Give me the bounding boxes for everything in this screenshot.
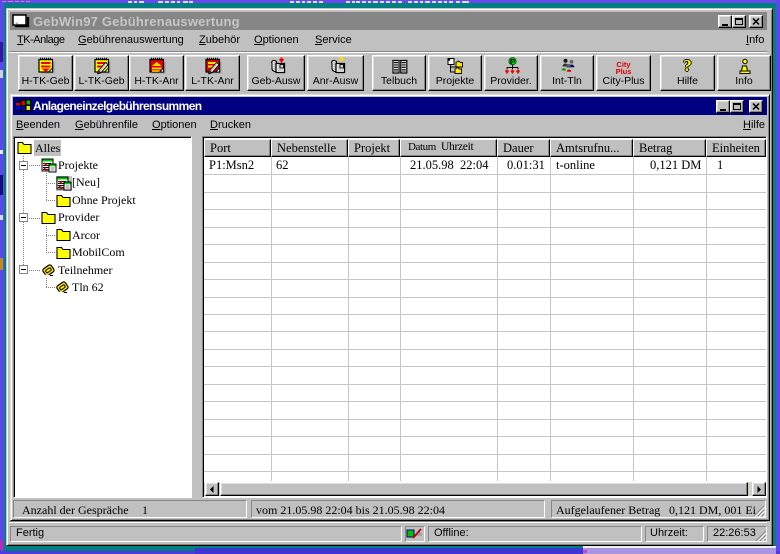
- svg-text:P: P: [510, 57, 515, 66]
